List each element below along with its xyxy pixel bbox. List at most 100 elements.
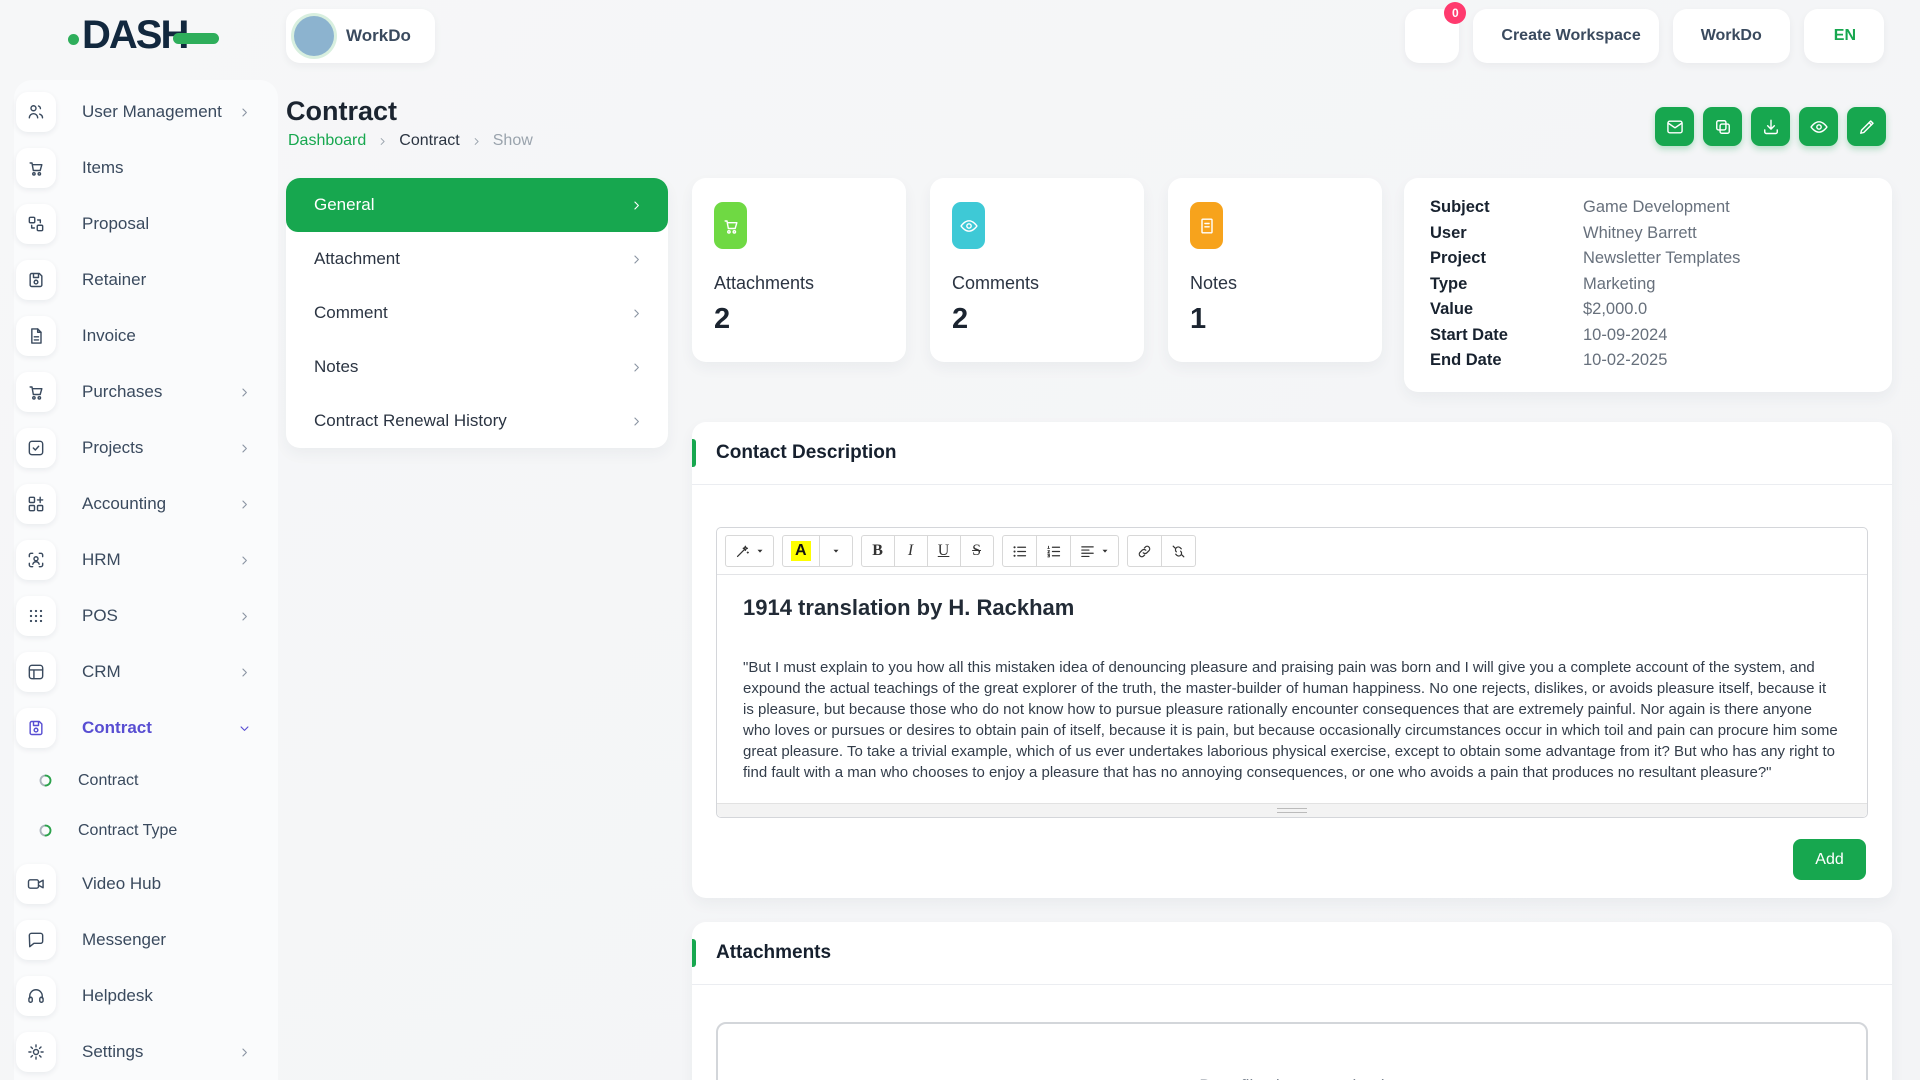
- chevron-down-icon: [237, 721, 252, 736]
- toolbar-group: [1001, 535, 1119, 567]
- menu-item-contract-renewal-history[interactable]: Contract Renewal History: [286, 394, 668, 448]
- detail-label: Value: [1430, 300, 1474, 319]
- headset-icon: [16, 976, 56, 1016]
- toolbar-group: A: [782, 535, 853, 567]
- detail-label: Start Date: [1430, 325, 1508, 344]
- detail-value: Marketing: [1583, 274, 1656, 293]
- toolbar-ol-button[interactable]: [1035, 535, 1071, 567]
- sidebar-item-accounting[interactable]: Accounting: [16, 476, 276, 532]
- sidebar-item-label: Helpdesk: [82, 986, 153, 1005]
- detail-row-end-date: End Date 10-02-2025: [1430, 348, 1866, 374]
- toolbar-color-button[interactable]: A: [782, 535, 820, 567]
- detail-label: Project: [1430, 249, 1486, 268]
- cart-icon: [16, 148, 56, 188]
- sidebar-subitem-contract[interactable]: Contract: [16, 756, 276, 806]
- sidebar-item-settings[interactable]: Settings: [16, 1024, 276, 1080]
- toolbar-bold-button[interactable]: B: [860, 535, 895, 567]
- sidebar-item-messenger[interactable]: Messenger: [16, 912, 276, 968]
- chat-button[interactable]: 0: [1405, 2, 1467, 63]
- chevron-right-icon: [237, 1045, 252, 1060]
- breadcrumb-dashboard[interactable]: Dashboard: [288, 132, 366, 150]
- sidebar-item-label: User Management: [82, 102, 222, 121]
- gear-icon: [16, 1032, 56, 1072]
- create-workspace-label: Create Workspace: [1501, 27, 1641, 44]
- detail-value: 10-02-2025: [1583, 351, 1668, 370]
- divider: [692, 484, 1892, 485]
- pencil-action-button[interactable]: [1847, 107, 1886, 146]
- detail-value: Whitney Barrett: [1583, 223, 1697, 242]
- add-button[interactable]: Add: [1793, 839, 1866, 880]
- topbar: DASH WorkDo 0 Create Workspace WorkDo EN: [0, 0, 1920, 72]
- logo-bar: [173, 33, 220, 44]
- editor-content[interactable]: 1914 translation by H. Rackham "But I mu…: [717, 575, 1867, 803]
- sidebar-item-hrm[interactable]: HRM: [16, 532, 276, 588]
- sidebar-item-crm[interactable]: CRM: [16, 644, 276, 700]
- sidebar-item-label: Accounting: [82, 494, 167, 513]
- toolbar-italic-button[interactable]: I: [893, 535, 928, 567]
- toolbar-unlink-button[interactable]: [1160, 535, 1196, 567]
- editor-body: "But I must explain to you how all this …: [743, 659, 1838, 781]
- menu-item-attachment[interactable]: Attachment: [286, 232, 668, 286]
- video-icon: [16, 864, 56, 904]
- resize-grip-icon[interactable]: [1277, 808, 1307, 813]
- menu-item-label: Comment: [314, 303, 388, 322]
- menu-item-comment[interactable]: Comment: [286, 286, 668, 340]
- sidebar-item-retainer[interactable]: Retainer: [16, 252, 276, 308]
- mail-action-button[interactable]: [1655, 107, 1694, 146]
- sidebar-item-purchases[interactable]: Purchases: [16, 364, 276, 420]
- dot-icon: [38, 823, 54, 839]
- menu-item-general[interactable]: General: [286, 178, 668, 232]
- sidebar-item-pos[interactable]: POS: [16, 588, 276, 644]
- breadcrumb-contract: Contract: [399, 132, 460, 149]
- sidebar-item-proposal[interactable]: Proposal: [16, 196, 276, 252]
- toolbar-underline-button[interactable]: U: [926, 535, 961, 567]
- copy-action-button[interactable]: [1703, 107, 1742, 146]
- sidebar-item-label: Invoice: [82, 326, 136, 345]
- sidebar-subitem-label: Contract: [78, 772, 139, 789]
- sidebar-item-helpdesk[interactable]: Helpdesk: [16, 968, 276, 1024]
- detail-value: Newsletter Templates: [1583, 249, 1741, 268]
- create-workspace-button[interactable]: Create Workspace: [1473, 9, 1659, 63]
- sidebar-item-invoice[interactable]: Invoice: [16, 308, 276, 364]
- dash-logo: DASH: [68, 13, 220, 58]
- topbar-right: 0 Create Workspace WorkDo EN: [1405, 2, 1884, 63]
- editor-statusbar: [717, 803, 1867, 817]
- workspace-selector[interactable]: WorkDo: [286, 9, 435, 63]
- sidebar-subitem-contract-type[interactable]: Contract Type: [16, 806, 276, 856]
- menu-item-notes[interactable]: Notes: [286, 340, 668, 394]
- eye-action-button[interactable]: [1799, 107, 1838, 146]
- toolbar-ul-button[interactable]: [1001, 535, 1037, 567]
- toolbar-link-button[interactable]: [1126, 535, 1162, 567]
- detail-row-type: Type Marketing: [1430, 272, 1866, 298]
- language-selector[interactable]: EN: [1803, 9, 1884, 63]
- download-action-button[interactable]: [1751, 107, 1790, 146]
- toolbar-group: [1126, 535, 1196, 567]
- sidebar-item-label: Items: [82, 158, 124, 177]
- toolbar-style-button[interactable]: [725, 535, 774, 567]
- sidebar-item-video-hub[interactable]: Video Hub: [16, 856, 276, 912]
- dots-grid-icon: [16, 596, 56, 636]
- sidebar-item-label: Settings: [82, 1042, 144, 1061]
- floppy-icon: [16, 708, 56, 748]
- workspace-menu-button[interactable]: WorkDo: [1672, 9, 1790, 63]
- attachments-card: Attachments Drop files here to upload: [692, 922, 1892, 1080]
- editor-toolbar: A BIUS: [717, 528, 1867, 575]
- cart-icon: [16, 372, 56, 412]
- toolbar-align-button[interactable]: [1069, 535, 1119, 567]
- detail-label: End Date: [1430, 351, 1502, 370]
- sidebar-item-items[interactable]: Items: [16, 140, 276, 196]
- chevron-right-icon: [629, 414, 644, 429]
- sidebar-item-contract[interactable]: Contract: [16, 700, 276, 756]
- dropzone-text: Drop files here to upload: [718, 1076, 1866, 1080]
- chevron-right-icon: [629, 306, 644, 321]
- sidebar-item-user-management[interactable]: User Management: [16, 84, 276, 140]
- sidebar-subitem-label: Contract Type: [78, 822, 178, 839]
- toolbar-strike-button[interactable]: S: [959, 535, 994, 567]
- file-dropzone[interactable]: Drop files here to upload: [716, 1022, 1868, 1080]
- chevron-right-icon: [629, 252, 644, 267]
- toolbar-color-caret-button[interactable]: [818, 535, 853, 567]
- pencil-icon: [1857, 117, 1877, 137]
- chevron-right-icon: [237, 497, 252, 512]
- sidebar-item-projects[interactable]: Projects: [16, 420, 276, 476]
- menu-item-label: Notes: [314, 357, 359, 376]
